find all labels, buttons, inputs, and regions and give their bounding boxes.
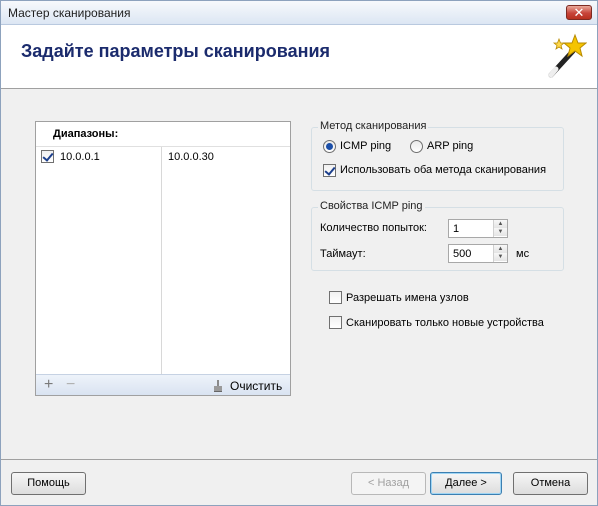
- page-title: Задайте параметры сканирования: [21, 41, 331, 61]
- icmp-label[interactable]: ICMP ping: [340, 140, 391, 152]
- magic-wand-icon: [548, 33, 587, 78]
- attempts-up-icon[interactable]: ▲: [494, 220, 507, 228]
- next-button[interactable]: Далее >: [430, 472, 502, 495]
- attempts-spinner[interactable]: 1 ▲ ▼: [448, 219, 508, 238]
- scan-method-title: Метод сканирования: [318, 120, 429, 132]
- ranges-panel: Диапазоны: 10.0.0.1 10.0.0.30 + − Очисти…: [35, 121, 291, 396]
- timeout-up-icon[interactable]: ▲: [494, 245, 507, 253]
- back-button[interactable]: < Назад: [351, 472, 426, 495]
- timeout-label: Таймаут:: [320, 248, 366, 260]
- attempts-spin-arrows[interactable]: ▲ ▼: [493, 220, 507, 237]
- icmp-radio[interactable]: [323, 140, 336, 153]
- icmp-properties-title: Свойства ICMP ping: [318, 200, 425, 212]
- clear-button-label: Очистить: [230, 379, 283, 393]
- attempts-down-icon[interactable]: ▼: [494, 228, 507, 236]
- remove-range-button[interactable]: −: [66, 376, 75, 394]
- clear-button[interactable]: Очистить: [212, 379, 284, 393]
- wizard-header: Задайте параметры сканирования: [1, 25, 597, 89]
- range-row[interactable]: 10.0.0.1 10.0.0.30: [36, 148, 290, 166]
- use-both-label[interactable]: Использовать оба метода сканирования: [340, 164, 546, 176]
- resolve-names-checkbox[interactable]: [329, 291, 342, 304]
- range-end: 10.0.0.30: [168, 151, 214, 163]
- arp-radio[interactable]: [410, 140, 423, 153]
- range-enabled-checkbox[interactable]: [41, 150, 54, 163]
- ranges-toolbar: + − Очистить: [36, 374, 290, 395]
- new-devices-only-label[interactable]: Сканировать только новые устройства: [346, 317, 544, 329]
- use-both-checkbox[interactable]: [323, 164, 336, 177]
- help-button[interactable]: Помощь: [11, 472, 86, 495]
- add-range-button[interactable]: +: [44, 376, 53, 394]
- attempts-label: Количество попыток:: [320, 222, 427, 234]
- timeout-spinner[interactable]: 500 ▲ ▼: [448, 244, 508, 263]
- window-title: Мастер сканирования: [8, 6, 131, 20]
- title-bar[interactable]: Мастер сканирования ✕: [1, 1, 597, 25]
- arp-label[interactable]: ARP ping: [427, 140, 473, 152]
- timeout-spin-arrows[interactable]: ▲ ▼: [493, 245, 507, 262]
- attempts-value[interactable]: 1: [453, 223, 459, 235]
- scan-method-group: Метод сканирования ICMP ping ARP ping Ис…: [311, 120, 564, 191]
- timeout-unit: мс: [516, 248, 530, 260]
- timeout-down-icon[interactable]: ▼: [494, 253, 507, 261]
- broom-icon: [214, 380, 222, 392]
- close-button[interactable]: ✕: [566, 5, 592, 20]
- timeout-value[interactable]: 500: [453, 248, 471, 260]
- range-start: 10.0.0.1: [60, 151, 100, 163]
- column-divider: [161, 147, 162, 374]
- scan-wizard-window: Мастер сканирования ✕ Задайте параметры …: [0, 0, 598, 506]
- close-icon: ✕: [573, 5, 585, 20]
- icmp-properties-group: Свойства ICMP ping Количество попыток: 1…: [311, 200, 564, 271]
- cancel-button[interactable]: Отмена: [513, 472, 588, 495]
- footer-divider: [1, 459, 597, 460]
- ranges-header: Диапазоны:: [36, 122, 290, 147]
- ranges-heading: Диапазоны:: [53, 128, 119, 140]
- resolve-names-label[interactable]: Разрешать имена узлов: [346, 292, 469, 304]
- new-devices-only-checkbox[interactable]: [329, 316, 342, 329]
